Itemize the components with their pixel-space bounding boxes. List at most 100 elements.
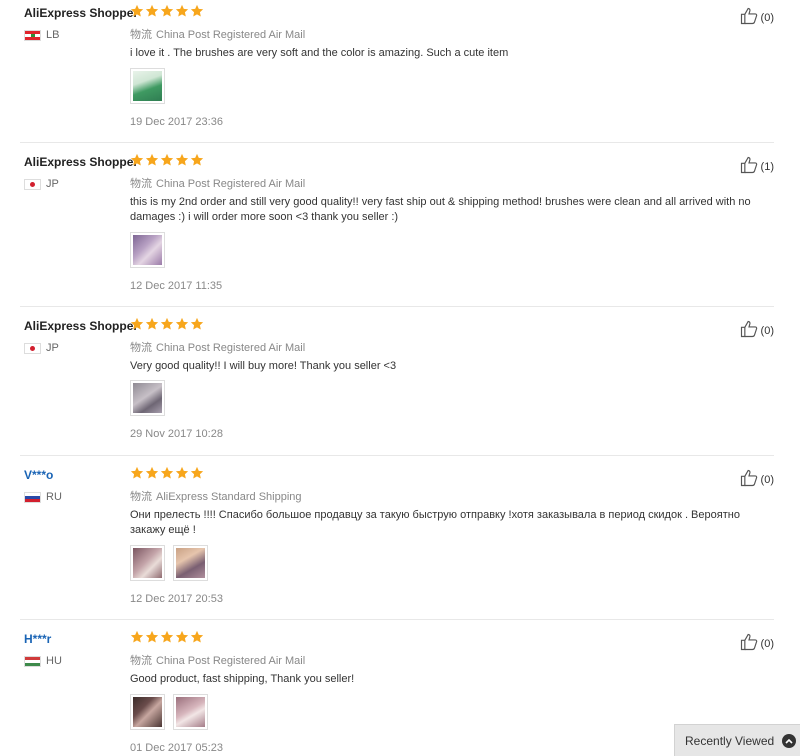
review-text: Good product, fast shipping, Thank you s… xyxy=(130,673,355,685)
shipping-label: 物流 xyxy=(130,29,152,41)
review-photo[interactable] xyxy=(130,694,165,730)
star-icon xyxy=(130,630,144,643)
shipping-name: China Post Registered Air Mail xyxy=(156,342,306,354)
review-divider xyxy=(20,619,774,620)
review-photo[interactable] xyxy=(130,68,165,104)
star-icon xyxy=(190,630,204,643)
star-icon xyxy=(160,466,174,479)
star-icon xyxy=(145,630,159,643)
star-icon xyxy=(175,466,189,479)
shipping-method: 物流 China Post Registered Air Mail xyxy=(130,26,305,42)
star-icon xyxy=(130,4,144,17)
review-date: 19 Dec 2017 23:36 xyxy=(130,116,223,128)
shipping-label: 物流 xyxy=(130,342,152,354)
reviewer-country: JP xyxy=(24,177,59,191)
review-divider xyxy=(20,306,774,307)
star-icon xyxy=(130,153,144,166)
helpful-button[interactable]: (0) xyxy=(739,468,774,491)
thumbs-up-icon xyxy=(739,6,761,29)
review-photos xyxy=(130,380,165,416)
star-icon xyxy=(145,466,159,479)
reviewer-country: JP xyxy=(24,341,59,355)
shipping-method: 物流 China Post Registered Air Mail xyxy=(130,175,305,191)
star-rating xyxy=(130,317,205,331)
review-date: 12 Dec 2017 20:53 xyxy=(130,593,223,605)
review-text: i love it . The brushes are very soft an… xyxy=(130,47,509,59)
review-divider xyxy=(20,142,774,143)
thumbs-up-icon xyxy=(739,155,761,178)
helpful-button[interactable]: (0) xyxy=(739,6,774,29)
star-rating xyxy=(130,153,205,167)
country-code: LB xyxy=(46,29,60,41)
star-icon xyxy=(145,4,159,17)
helpful-button[interactable]: (0) xyxy=(739,319,774,342)
country-code: JP xyxy=(46,178,59,190)
flag-icon xyxy=(24,342,41,354)
review-photo[interactable] xyxy=(130,380,165,416)
flag-icon xyxy=(24,29,41,41)
shipping-method: 物流 China Post Registered Air Mail xyxy=(130,339,305,355)
shipping-method: 物流 AliExpress Standard Shipping xyxy=(130,488,302,504)
shipping-label: 物流 xyxy=(130,491,152,503)
review-text: Они прелесть !!!! Спасибо большое продав… xyxy=(130,509,740,536)
star-icon xyxy=(145,153,159,166)
star-rating xyxy=(130,4,205,18)
star-icon xyxy=(160,317,174,330)
helpful-count: (0) xyxy=(760,11,774,24)
reviewer-country: HU xyxy=(24,654,62,668)
star-icon xyxy=(175,4,189,17)
review-photo[interactable] xyxy=(173,694,208,730)
review-date: 12 Dec 2017 11:35 xyxy=(130,280,223,292)
shipping-name: China Post Registered Air Mail xyxy=(156,178,306,190)
shipping-label: 物流 xyxy=(130,178,152,190)
star-icon xyxy=(145,317,159,330)
thumbs-up-icon xyxy=(739,468,761,491)
star-icon xyxy=(190,153,204,166)
reviewer-name[interactable]: H***r xyxy=(24,632,51,646)
shipping-method: 物流 China Post Registered Air Mail xyxy=(130,652,305,668)
shipping-name: China Post Registered Air Mail xyxy=(156,29,306,41)
review-date: 01 Dec 2017 05:23 xyxy=(130,742,223,754)
reviewer-name[interactable]: V***o xyxy=(24,468,53,482)
review-text: Very good quality!! I will buy more! Tha… xyxy=(130,360,397,372)
review-photo[interactable] xyxy=(130,545,165,581)
country-code: JP xyxy=(46,342,59,354)
reviewer-country: LB xyxy=(24,28,59,42)
review-photos xyxy=(130,68,165,104)
reviewer-name: AliExpress Shopper xyxy=(24,319,139,333)
review-photos xyxy=(130,545,208,581)
star-icon xyxy=(160,153,174,166)
review-text: this is my 2nd order and still very good… xyxy=(130,196,751,223)
reviewer-name: AliExpress Shopper xyxy=(24,6,139,20)
helpful-count: (1) xyxy=(760,160,774,173)
thumbs-up-icon xyxy=(739,632,761,655)
country-code: HU xyxy=(46,655,62,667)
review-photos xyxy=(130,694,208,730)
helpful-count: (0) xyxy=(760,473,774,486)
review-photos xyxy=(130,232,165,268)
star-icon xyxy=(160,4,174,17)
recently-viewed-button[interactable]: Recently Viewed xyxy=(674,724,800,756)
star-icon xyxy=(190,4,204,17)
shipping-name: AliExpress Standard Shipping xyxy=(156,491,302,503)
thumbs-up-icon xyxy=(739,319,761,342)
star-icon xyxy=(175,153,189,166)
review-photo[interactable] xyxy=(130,232,165,268)
helpful-count: (0) xyxy=(760,637,774,650)
review-photo[interactable] xyxy=(173,545,208,581)
star-icon xyxy=(160,630,174,643)
review-divider xyxy=(20,455,774,456)
chevron-up-icon xyxy=(782,733,797,748)
flag-icon xyxy=(24,655,41,667)
flag-icon xyxy=(24,491,41,503)
star-icon xyxy=(190,466,204,479)
star-rating xyxy=(130,630,205,644)
helpful-button[interactable]: (0) xyxy=(739,632,774,655)
reviewer-country: RU xyxy=(24,490,62,504)
recently-viewed-label: Recently Viewed xyxy=(685,733,775,748)
review-date: 29 Nov 2017 10:28 xyxy=(130,428,223,440)
shipping-name: China Post Registered Air Mail xyxy=(156,655,306,667)
reviewer-name: AliExpress Shopper xyxy=(24,155,139,169)
shipping-label: 物流 xyxy=(130,655,152,667)
helpful-button[interactable]: (1) xyxy=(739,155,774,178)
